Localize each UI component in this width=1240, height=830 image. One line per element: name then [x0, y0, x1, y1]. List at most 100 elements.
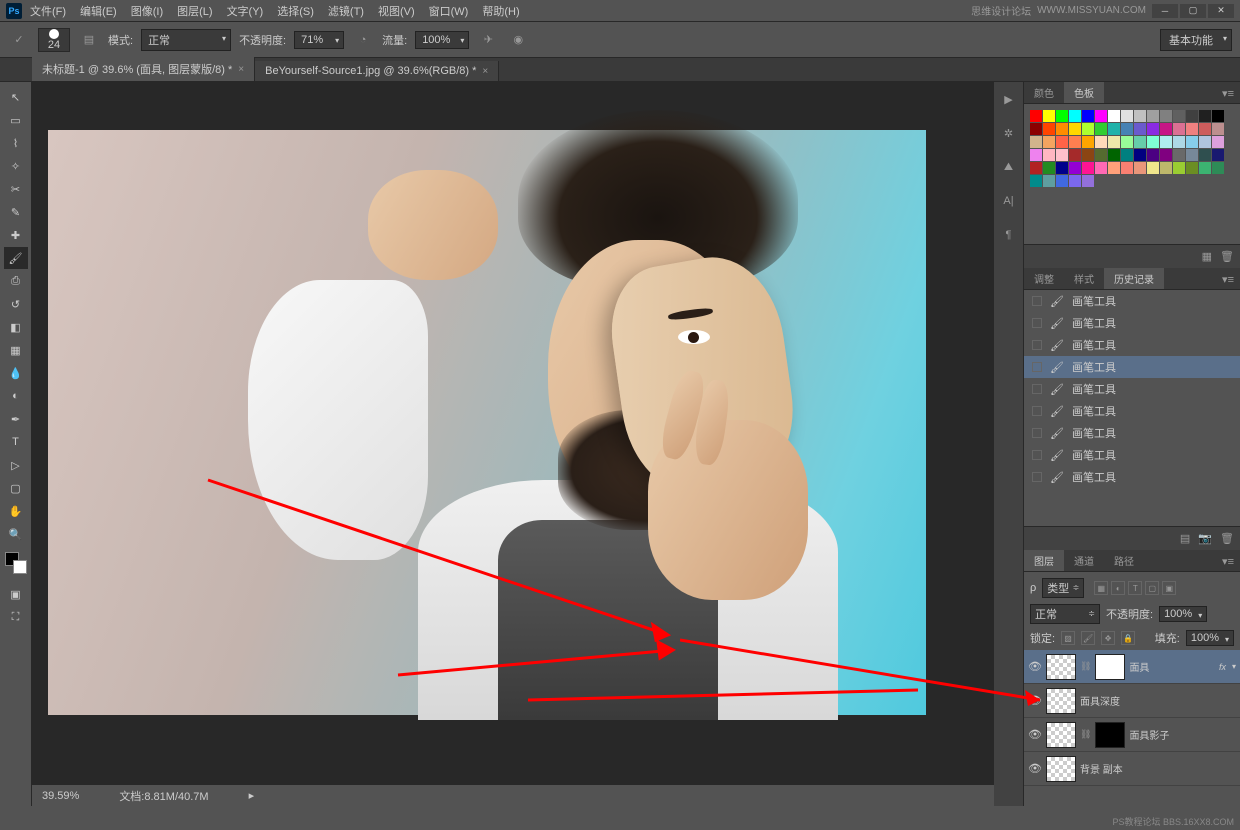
swatch[interactable]	[1030, 175, 1042, 187]
swatch[interactable]	[1160, 162, 1172, 174]
mask-thumb[interactable]	[1095, 654, 1125, 680]
panel-menu-icon[interactable]: ▾≡	[1216, 552, 1240, 571]
swatch[interactable]	[1134, 123, 1146, 135]
swatch[interactable]	[1186, 136, 1198, 148]
visibility-icon[interactable]: 👁	[1028, 762, 1042, 775]
swatch[interactable]	[1160, 149, 1172, 161]
swatch[interactable]	[1186, 110, 1198, 122]
tab-color[interactable]: 颜色	[1024, 82, 1064, 103]
history-item[interactable]: 🖌画笔工具	[1024, 466, 1240, 488]
swatch[interactable]	[1199, 136, 1211, 148]
menu-filter[interactable]: 滤镜(T)	[328, 3, 364, 19]
swatch[interactable]	[1069, 123, 1081, 135]
quick-mask-tool[interactable]: ▣	[4, 583, 28, 605]
history-item[interactable]: 🖌画笔工具	[1024, 356, 1240, 378]
pressure-size-icon[interactable]: ◉	[507, 29, 529, 51]
workspace-switcher[interactable]: 基本功能▾	[1160, 29, 1232, 51]
delete-icon[interactable]: 🗑	[1220, 532, 1234, 545]
swatch[interactable]	[1212, 110, 1224, 122]
layer-name[interactable]: 面具影子	[1129, 727, 1236, 742]
crop-tool[interactable]: ✂	[4, 178, 28, 200]
layer-fill-input[interactable]: 100%▾	[1186, 630, 1234, 646]
gradient-tool[interactable]: ▦	[4, 339, 28, 361]
lock-position-icon[interactable]: ✥	[1101, 631, 1115, 645]
swatch[interactable]	[1108, 149, 1120, 161]
character-icon[interactable]: A|	[1000, 192, 1018, 210]
swatch[interactable]	[1134, 110, 1146, 122]
menu-edit[interactable]: 编辑(E)	[80, 3, 117, 19]
swatch[interactable]	[1173, 162, 1185, 174]
layer-thumb[interactable]	[1046, 654, 1076, 680]
type-tool[interactable]: T	[4, 431, 28, 453]
swatch[interactable]	[1082, 175, 1094, 187]
filter-type-icon[interactable]: T	[1128, 581, 1142, 595]
mask-thumb[interactable]	[1095, 722, 1125, 748]
swatch[interactable]	[1108, 136, 1120, 148]
swatch[interactable]	[1199, 149, 1211, 161]
menu-window[interactable]: 窗口(W)	[429, 3, 469, 19]
zoom-tool[interactable]: 🔍	[4, 523, 28, 545]
history-item[interactable]: 🖌画笔工具	[1024, 444, 1240, 466]
new-document-icon[interactable]: ▤	[1180, 532, 1190, 545]
swatch[interactable]	[1199, 123, 1211, 135]
dodge-tool[interactable]: ◐	[4, 385, 28, 407]
flow-input[interactable]: 100%▾	[415, 31, 469, 49]
pressure-opacity-icon[interactable]: ◔	[352, 29, 374, 51]
visibility-icon[interactable]: 👁	[1028, 660, 1042, 673]
status-chevron-icon[interactable]: ▸	[249, 789, 255, 802]
tab-channels[interactable]: 通道	[1064, 550, 1104, 571]
healing-tool[interactable]: ✚	[4, 224, 28, 246]
close-icon[interactable]: ×	[482, 66, 488, 77]
tab-paths[interactable]: 路径	[1104, 550, 1144, 571]
swatch[interactable]	[1056, 110, 1068, 122]
swatch[interactable]	[1030, 110, 1042, 122]
filter-smart-icon[interactable]: ▣	[1162, 581, 1176, 595]
swatch[interactable]	[1160, 123, 1172, 135]
airbrush-icon[interactable]: ✈	[477, 29, 499, 51]
document-tab-2[interactable]: BeYourself-Source1.jpg @ 39.6%(RGB/8) *×	[255, 61, 499, 81]
swatch[interactable]	[1095, 149, 1107, 161]
tab-adjustments[interactable]: 调整	[1024, 268, 1064, 289]
layer-thumb[interactable]	[1046, 756, 1076, 782]
swatch[interactable]	[1160, 110, 1172, 122]
menu-image[interactable]: 图像(I)	[131, 3, 163, 19]
swatch[interactable]	[1043, 149, 1055, 161]
tab-history[interactable]: 历史记录	[1104, 268, 1164, 289]
minimize-button[interactable]: ─	[1152, 4, 1178, 18]
menu-file[interactable]: 文件(F)	[30, 3, 66, 19]
history-item[interactable]: 🖌画笔工具	[1024, 312, 1240, 334]
layer-name[interactable]: 面具深度	[1080, 693, 1236, 708]
swatch[interactable]	[1108, 110, 1120, 122]
swatch[interactable]	[1134, 149, 1146, 161]
menu-type[interactable]: 文字(Y)	[227, 3, 264, 19]
swatch[interactable]	[1147, 123, 1159, 135]
swatch[interactable]	[1121, 110, 1133, 122]
swatch[interactable]	[1147, 149, 1159, 161]
panel-menu-icon[interactable]: ▾≡	[1216, 84, 1240, 103]
filter-pixel-icon[interactable]: ▦	[1094, 581, 1108, 595]
mask-link-icon[interactable]: ⛓	[1080, 661, 1091, 672]
filter-adjust-icon[interactable]: ◐	[1111, 581, 1125, 595]
brush-tool[interactable]: 🖌	[4, 247, 28, 269]
swatch[interactable]	[1056, 136, 1068, 148]
swatch[interactable]	[1173, 136, 1185, 148]
shape-tool[interactable]: ▢	[4, 477, 28, 499]
swatch[interactable]	[1199, 162, 1211, 174]
document-tab-1[interactable]: 未标题-1 @ 39.6% (面具, 图层蒙版/8) *×	[32, 57, 255, 81]
swatch[interactable]	[1056, 123, 1068, 135]
history-item[interactable]: 🖌画笔工具	[1024, 378, 1240, 400]
delete-icon[interactable]: 🗑	[1220, 250, 1234, 263]
filter-shape-icon[interactable]: ▢	[1145, 581, 1159, 595]
swatch[interactable]	[1147, 162, 1159, 174]
eyedropper-tool[interactable]: ✎	[4, 201, 28, 223]
swatch[interactable]	[1082, 149, 1094, 161]
paragraph-icon[interactable]: ¶	[1000, 226, 1018, 244]
path-select-tool[interactable]: ▷	[4, 454, 28, 476]
layer-name[interactable]: 面具	[1129, 659, 1215, 674]
tab-layers[interactable]: 图层	[1024, 550, 1064, 571]
layer-row[interactable]: 👁背景 副本	[1024, 752, 1240, 786]
brush-tool-icon[interactable]: ✓	[8, 29, 30, 51]
history-item[interactable]: 🖌画笔工具	[1024, 400, 1240, 422]
menu-view[interactable]: 视图(V)	[378, 3, 415, 19]
doc-size[interactable]: 文档:8.81M/40.7M	[119, 788, 208, 804]
